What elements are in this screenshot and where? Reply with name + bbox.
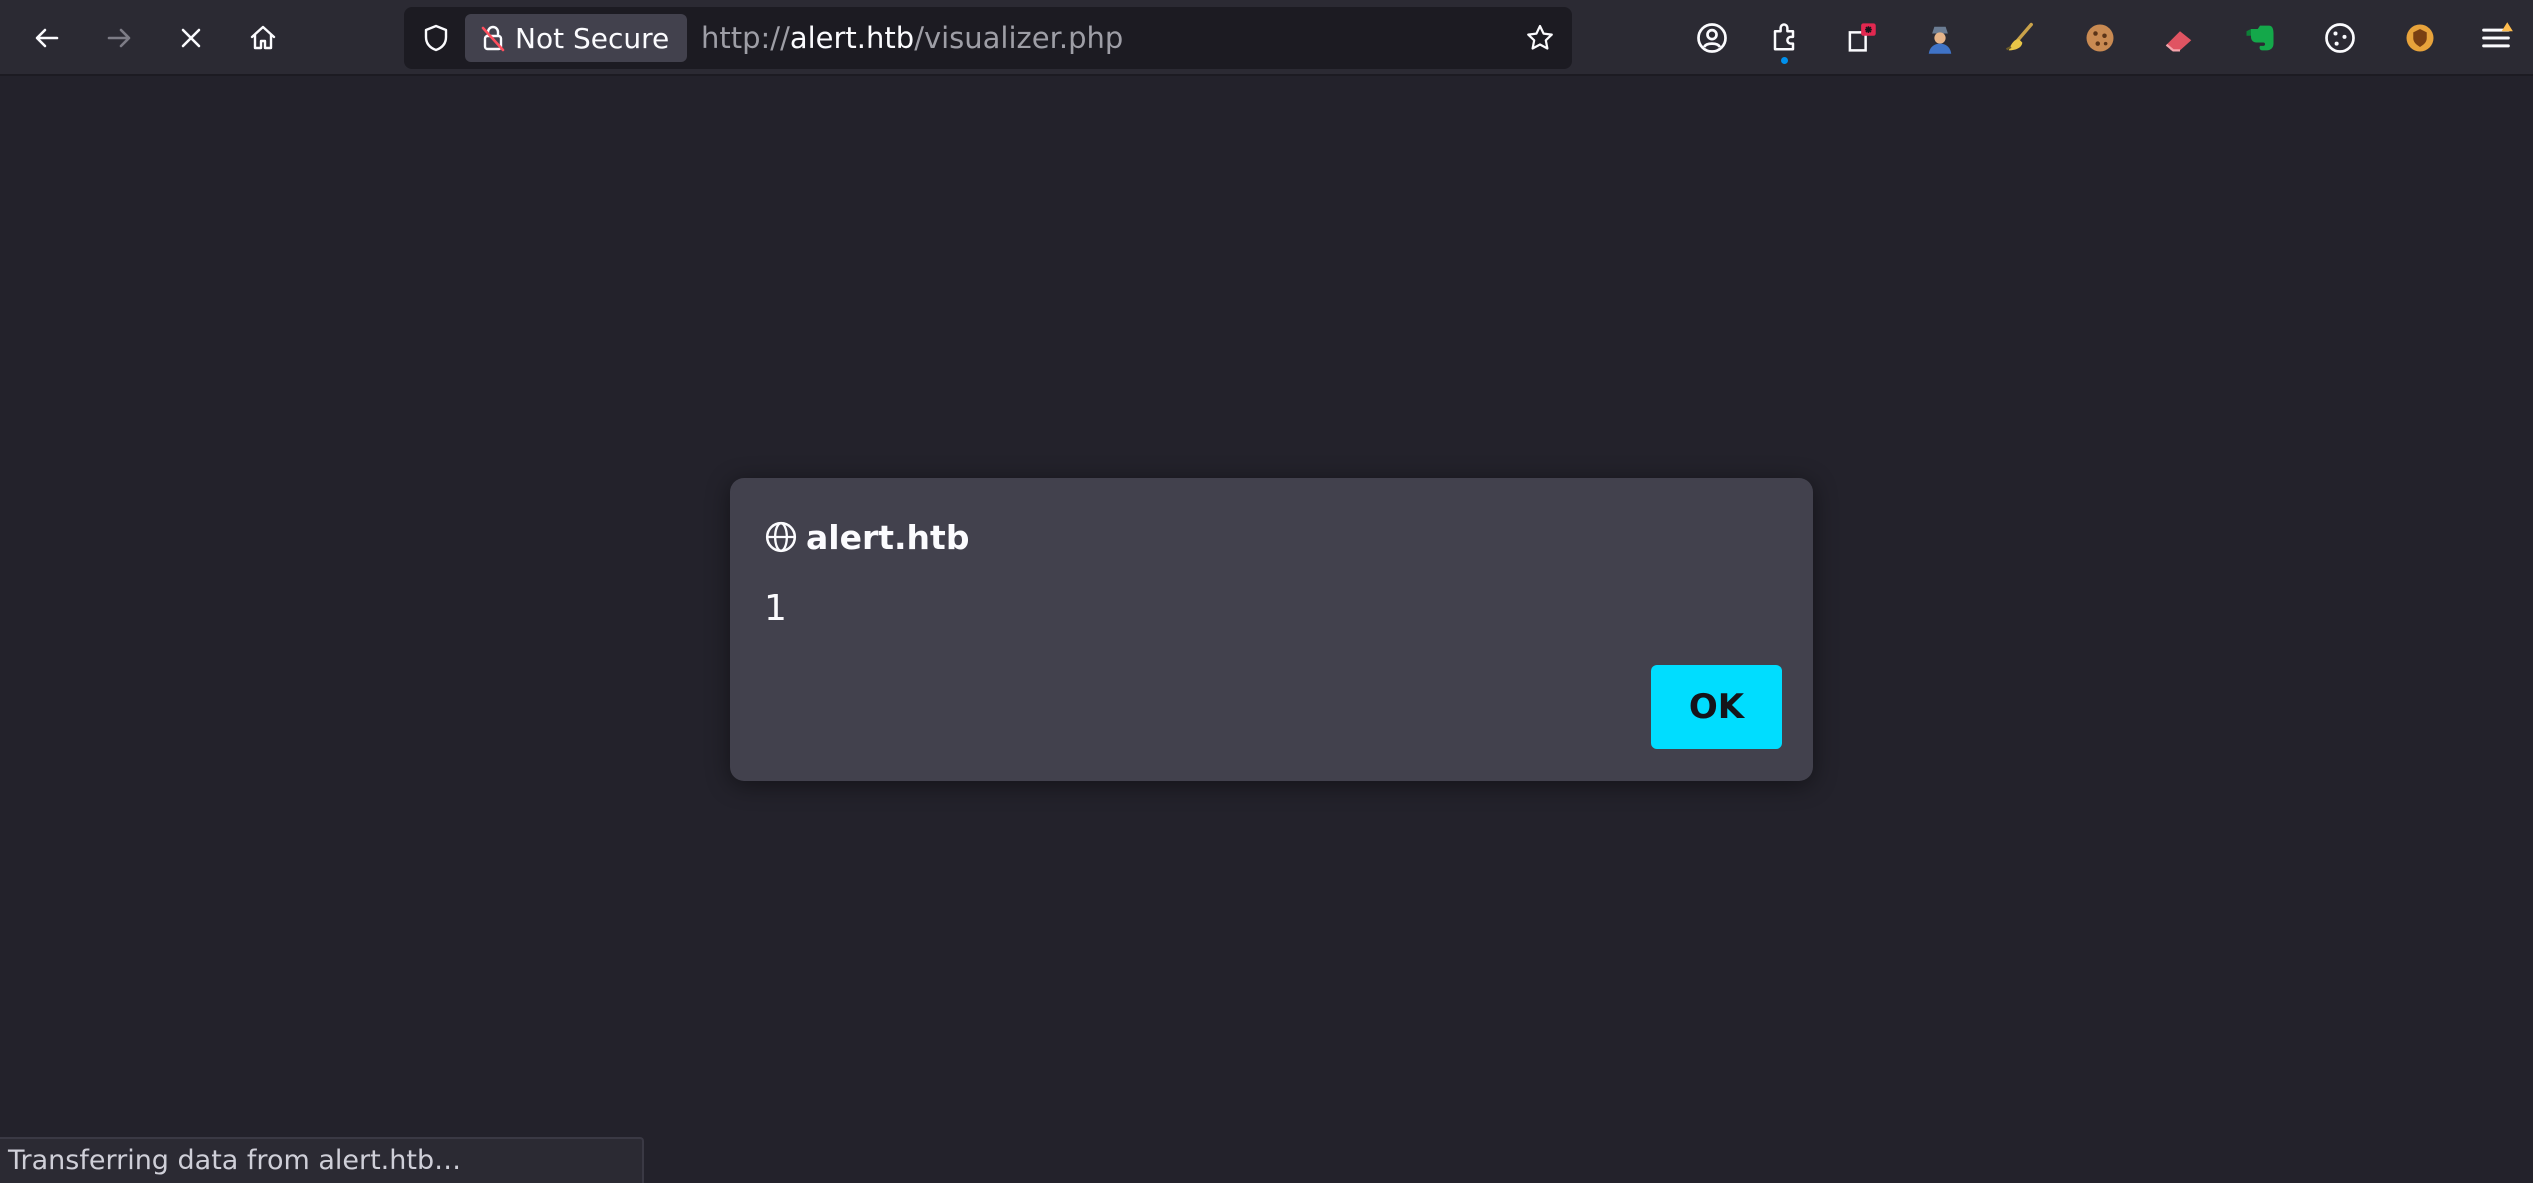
extension-wappalyzer-button[interactable] [2000,18,2040,58]
forward-arrow-icon [107,28,131,48]
puzzle-icon [1773,23,1795,51]
dialog-message: 1 [764,588,787,629]
insecure-lock-icon [481,25,505,52]
container-tab-icon [1848,23,1876,52]
url-host: alert.htb [789,21,915,55]
status-panel: Transferring data from alert.htb… [0,1137,644,1183]
badge-shield-icon [2406,24,2434,52]
bookmark-button[interactable] [1516,14,1564,62]
account-button[interactable] [1692,18,1732,58]
extension-evernote-button[interactable] [2240,18,2280,58]
extension-hackbar-button[interactable] [2400,18,2440,58]
star-icon [1527,24,1553,50]
home-button[interactable] [239,14,287,62]
security-label: Not Secure [515,21,670,55]
url-text[interactable]: http://alert.htb/visualizer.php [701,7,1123,69]
alert-dialog: alert.htb 1 OK [730,478,1813,781]
url-path: /visualizer.php [914,21,1124,55]
cookie-icon [2086,24,2114,52]
back-arrow-icon [35,28,59,48]
dialog-title: alert.htb [764,512,969,562]
hamburger-menu-icon [2482,22,2513,48]
ok-button[interactable]: OK [1651,665,1782,749]
extension-eraser-button[interactable] [2160,18,2200,58]
url-bar[interactable]: Not Secure http://alert.htb/visualizer.p… [404,7,1572,69]
url-scheme: http:// [701,21,790,55]
elephant-icon [2246,25,2274,51]
dialog-origin: alert.htb [806,517,970,557]
broom-icon [2005,22,2033,51]
spy-agent-icon [1928,26,1952,54]
tracking-protection-button[interactable] [412,14,460,62]
extension-spy-button[interactable] [1920,18,1960,58]
extension-container-button[interactable] [1840,18,1880,58]
home-icon [250,25,276,50]
extensions-dot [1781,57,1788,64]
browser-toolbar: Not Secure http://alert.htb/visualizer.p… [0,0,2533,76]
globe-icon [765,521,797,553]
extension-cookie-editor-button[interactable] [2320,18,2360,58]
status-text: Transferring data from alert.htb… [8,1145,462,1176]
app-menu-button[interactable] [2476,18,2516,58]
extension-cookie-button[interactable] [2080,18,2120,58]
stop-button[interactable] [167,14,215,62]
eraser-icon [2165,31,2192,52]
cookie-outline-icon [2325,23,2355,53]
account-icon [1697,23,1727,53]
back-button[interactable] [23,14,71,62]
forward-button[interactable] [95,14,143,62]
stop-icon [181,28,201,48]
shield-icon [424,24,448,52]
extensions-button[interactable] [1764,18,1804,64]
security-indicator[interactable]: Not Secure [465,14,687,62]
